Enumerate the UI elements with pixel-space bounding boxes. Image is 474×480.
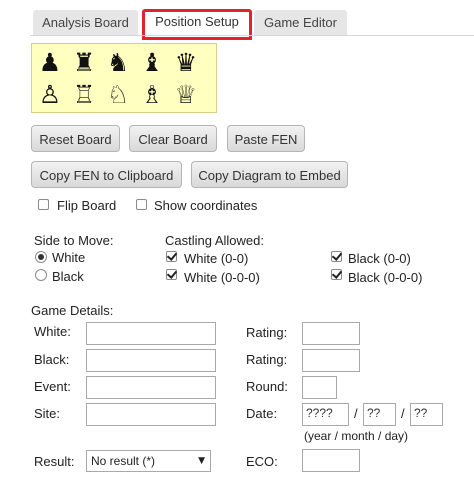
flip-board-label: Flip Board: [57, 198, 117, 213]
white-queen-icon[interactable]: ♕: [172, 81, 200, 109]
black-knight-icon[interactable]: ♞: [104, 49, 132, 77]
white-bishop-icon[interactable]: ♗: [138, 81, 166, 109]
black-player-input[interactable]: [86, 349, 216, 372]
date-format-hint: (year / month / day): [304, 429, 409, 443]
white-knight-icon[interactable]: ♘: [104, 81, 132, 109]
black-player-label: Black:: [34, 352, 70, 367]
copy-diagram-button[interactable]: Copy Diagram to Embed: [191, 161, 348, 188]
event-label: Event:: [34, 379, 71, 394]
round-input[interactable]: [302, 376, 337, 399]
white-pawn-icon[interactable]: ♙: [36, 81, 64, 109]
flip-board-checkbox[interactable]: [38, 199, 49, 210]
game-details-heading: Game Details:: [31, 303, 114, 318]
date-label: Date:: [246, 406, 278, 421]
white-short-castle-label: White (0-0): [184, 251, 249, 266]
tab-analysis-board[interactable]: Analysis Board: [33, 10, 138, 35]
black-short-castle-checkbox[interactable]: [331, 251, 342, 262]
site-label: Site:: [34, 406, 61, 421]
show-coordinates-label: Show coordinates: [154, 198, 258, 213]
side-to-move-heading: Side to Move:: [34, 233, 114, 248]
event-input[interactable]: [86, 376, 216, 399]
black-short-castle-label: Black (0-0): [348, 251, 411, 266]
white-to-move-radio[interactable]: [35, 251, 47, 263]
black-long-castle-label: Black (0-0-0): [348, 270, 423, 285]
result-label: Result:: [34, 454, 75, 469]
date-year-input[interactable]: ????: [302, 403, 349, 426]
white-to-move-label: White: [52, 250, 86, 265]
date-separator: /: [354, 406, 358, 421]
black-rook-icon[interactable]: ♜: [70, 49, 98, 77]
white-long-castle-checkbox[interactable]: [166, 269, 177, 280]
white-player-label: White:: [34, 324, 71, 339]
date-month-input[interactable]: ??: [363, 403, 396, 426]
round-label: Round:: [246, 379, 288, 394]
clear-board-button[interactable]: Clear Board: [129, 125, 217, 152]
white-long-castle-label: White (0-0-0): [184, 270, 260, 285]
eco-label: ECO:: [246, 454, 278, 469]
site-input[interactable]: [86, 403, 216, 426]
black-to-move-radio[interactable]: [35, 269, 47, 281]
black-bishop-icon[interactable]: ♝: [138, 49, 166, 77]
result-select-value: No result (*): [91, 454, 156, 468]
date-day-input[interactable]: ??: [410, 403, 443, 426]
chevron-down-icon: ▼: [198, 456, 205, 466]
result-select[interactable]: No result (*) ▼: [86, 450, 211, 472]
white-short-castle-checkbox[interactable]: [166, 251, 177, 262]
copy-fen-button[interactable]: Copy FEN to Clipboard: [31, 161, 182, 188]
tab-divider: [30, 35, 474, 36]
piece-palette: ♟ ♜ ♞ ♝ ♛ ♙ ♖ ♘ ♗ ♕: [31, 43, 217, 113]
tab-game-editor[interactable]: Game Editor: [254, 10, 347, 35]
black-pawn-icon[interactable]: ♟: [36, 49, 64, 77]
show-coordinates-checkbox[interactable]: [136, 199, 147, 210]
white-rating-label: Rating:: [246, 325, 288, 340]
black-long-castle-checkbox[interactable]: [331, 269, 342, 280]
eco-input[interactable]: [302, 449, 360, 472]
black-queen-icon[interactable]: ♛: [172, 49, 200, 77]
reset-board-button[interactable]: Reset Board: [31, 125, 120, 152]
white-player-input[interactable]: [86, 322, 216, 345]
black-rating-label: Rating:: [246, 352, 288, 367]
white-rook-icon[interactable]: ♖: [70, 81, 98, 109]
black-to-move-label: Black: [52, 269, 84, 284]
white-rating-input[interactable]: [302, 322, 360, 345]
date-separator: /: [401, 406, 405, 421]
black-rating-input[interactable]: [302, 349, 360, 372]
castling-heading: Castling Allowed:: [165, 233, 264, 248]
paste-fen-button[interactable]: Paste FEN: [227, 125, 305, 152]
